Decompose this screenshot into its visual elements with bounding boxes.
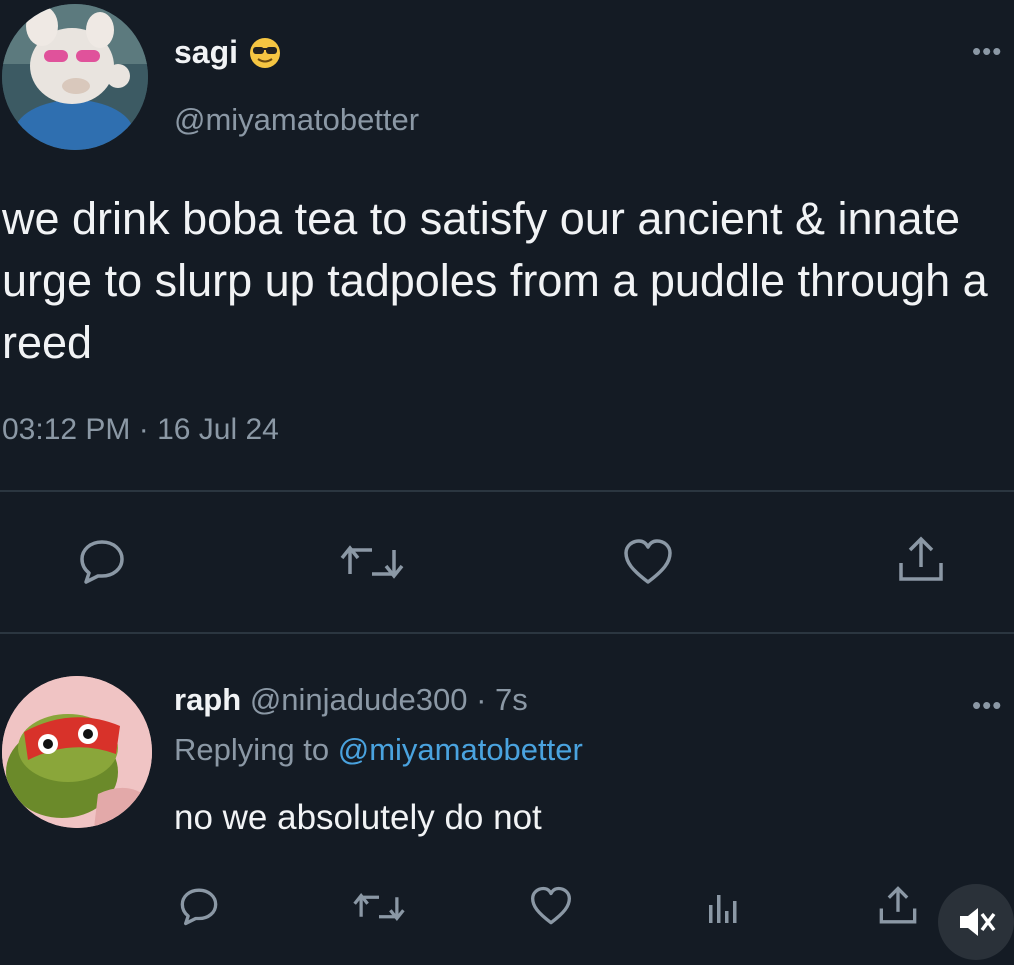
sunglasses-emoji-icon <box>250 37 281 68</box>
avatar-image <box>2 676 152 828</box>
replying-to-label: Replying to <box>174 732 330 767</box>
reply-author-handle[interactable]: @ninjadude300 <box>250 682 468 717</box>
reply-icon[interactable] <box>74 536 130 586</box>
tweet-timestamp[interactable]: 03:12 PM · 16 Jul 24 <box>2 413 279 447</box>
tweet-text: we drink boba tea to satisfy our ancient… <box>2 193 988 368</box>
divider <box>0 632 1014 634</box>
share-icon[interactable] <box>896 534 946 586</box>
avatar-image <box>2 4 148 150</box>
reply-icon[interactable] <box>176 884 222 928</box>
like-icon[interactable] <box>620 536 676 588</box>
retweet-icon[interactable] <box>352 888 406 926</box>
analytics-icon[interactable] <box>700 884 746 930</box>
mute-button[interactable] <box>938 884 1014 960</box>
reply-time[interactable]: · 7s <box>476 682 528 717</box>
author-name-row[interactable]: sagi <box>174 34 282 71</box>
divider <box>0 490 1014 492</box>
reply-text: no we absolutely do not <box>174 798 542 837</box>
retweet-icon[interactable] <box>340 540 404 584</box>
author-handle[interactable]: @miyamatobetter <box>174 102 419 138</box>
reply-author-name[interactable]: raph <box>174 682 241 717</box>
replying-to-mention[interactable]: @miyamatobetter <box>338 732 583 767</box>
more-options-icon[interactable]: ••• <box>972 36 1002 67</box>
speaker-muted-icon <box>960 908 996 936</box>
reply-header: raph @ninjadude300 · 7s <box>174 682 528 718</box>
author-name[interactable]: sagi <box>174 34 238 71</box>
reply-author-avatar[interactable] <box>2 676 152 828</box>
share-icon[interactable] <box>876 884 920 928</box>
author-avatar[interactable] <box>2 4 148 150</box>
replying-to: Replying to @miyamatobetter <box>174 732 583 768</box>
like-icon[interactable] <box>528 884 574 928</box>
more-options-icon[interactable]: ••• <box>972 690 1002 721</box>
